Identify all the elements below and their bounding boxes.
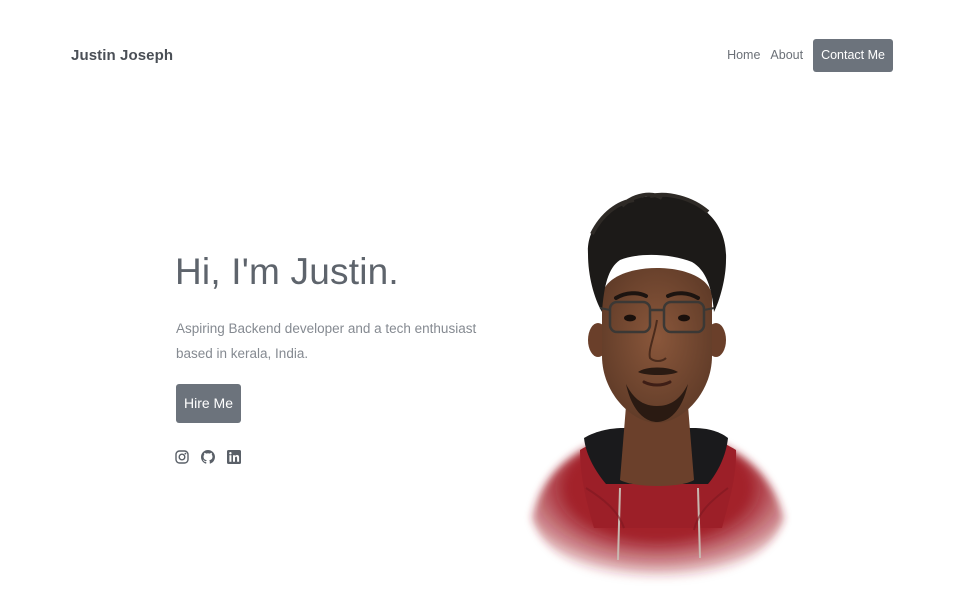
instagram-icon[interactable] [175,448,189,466]
page: Justin Joseph Home About Contact Me Hi, … [0,0,960,600]
contact-me-button[interactable]: Contact Me [813,39,893,72]
hero-title: Hi, I'm Justin. [175,251,399,292]
hire-me-button[interactable]: Hire Me [176,384,241,423]
nav-links: Home About Contact Me [722,39,893,72]
brand-logo-link[interactable]: Justin Joseph [71,47,173,64]
github-icon[interactable] [201,448,215,466]
linkedin-icon[interactable] [227,448,241,466]
nav-link-home[interactable]: Home [722,39,765,72]
social-links [175,448,241,466]
portrait-photo [522,188,792,588]
navbar: Justin Joseph Home About Contact Me [0,0,960,112]
hero-subtitle: Aspiring Backend developer and a tech en… [176,321,477,361]
nav-link-about[interactable]: About [765,39,808,72]
